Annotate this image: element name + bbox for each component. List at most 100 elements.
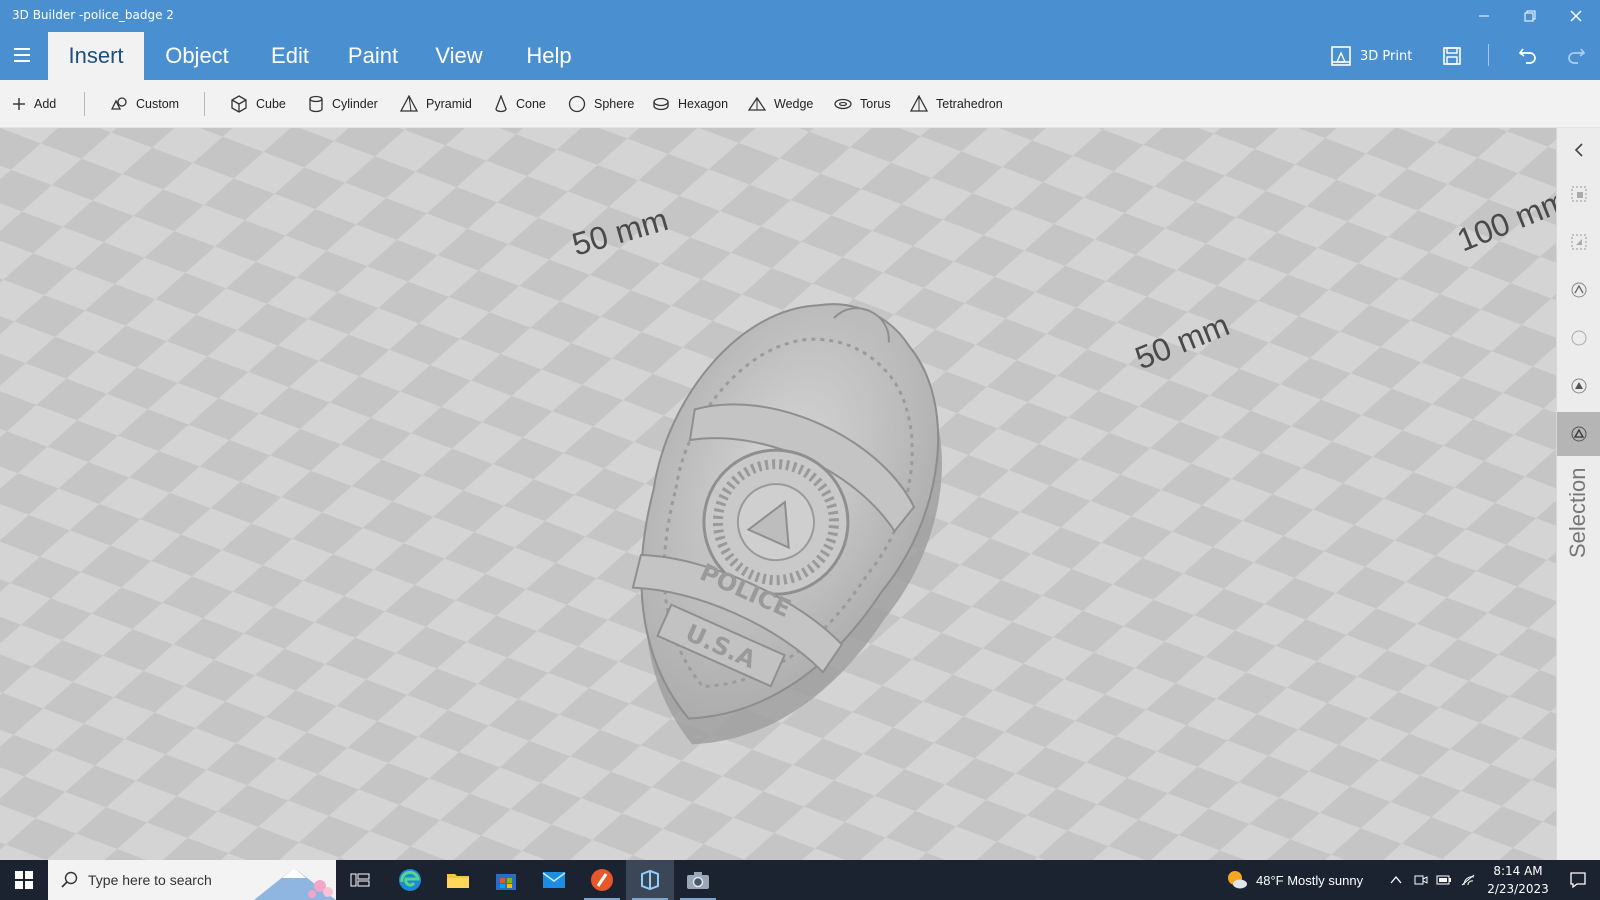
- undo-button[interactable]: [1512, 40, 1544, 72]
- insert-toolbar: Add Custom Cube Cylinder Pyramid Cone Sp…: [0, 80, 1600, 128]
- sketch-app-button[interactable]: [578, 860, 626, 900]
- edge-browser-button[interactable]: [386, 860, 434, 900]
- battery-icon[interactable]: [1436, 860, 1452, 900]
- hexagon-button[interactable]: Hexagon: [652, 88, 728, 120]
- tab-edit[interactable]: Edit: [258, 32, 322, 80]
- select-edges-button[interactable]: [1557, 268, 1600, 312]
- checkered-floor: POLICE U.S.A: [0, 128, 1556, 860]
- restore-button[interactable]: [1507, 0, 1553, 32]
- 3d-print-icon: [1331, 46, 1351, 66]
- show-hidden-icons-button[interactable]: [1390, 860, 1402, 900]
- pyramid-label: Pyramid: [426, 97, 472, 111]
- cylinder-button[interactable]: Cylinder: [308, 88, 378, 120]
- search-icon: [61, 871, 78, 888]
- pyramid-button[interactable]: Pyramid: [400, 88, 472, 120]
- close-button[interactable]: [1553, 0, 1599, 32]
- tetrahedron-label: Tetrahedron: [936, 97, 1003, 111]
- microsoft-store-button[interactable]: [482, 860, 530, 900]
- cube-icon: [231, 95, 247, 113]
- torus-icon: [834, 98, 852, 110]
- tab-paint[interactable]: Paint: [338, 32, 408, 80]
- notification-icon: [1570, 872, 1586, 889]
- select-objects-icon: [1571, 186, 1587, 202]
- wedge-button[interactable]: Wedge: [748, 88, 813, 120]
- torus-button[interactable]: Torus: [834, 88, 891, 120]
- cone-button[interactable]: Cone: [494, 88, 546, 120]
- search-placeholder: Type here to search: [88, 872, 212, 888]
- collapse-panel-button[interactable]: [1557, 128, 1600, 172]
- meet-now-icon[interactable]: [1414, 860, 1428, 900]
- wedge-icon: [748, 96, 766, 111]
- torus-label: Torus: [860, 97, 891, 111]
- store-icon: [496, 874, 516, 890]
- tab-object[interactable]: Object: [152, 32, 242, 80]
- 3d-print-button[interactable]: 3D Print: [1330, 40, 1412, 72]
- taskbar-search-box[interactable]: Type here to search: [48, 860, 336, 900]
- close-icon: [1570, 10, 1582, 22]
- hamburger-menu-icon[interactable]: [8, 40, 36, 70]
- cylinder-label: Cylinder: [332, 97, 378, 111]
- edge-browser-icon: [399, 869, 421, 891]
- clock-date: 2/23/2023: [1487, 882, 1549, 896]
- tab-insert[interactable]: Insert: [48, 32, 144, 80]
- search-highlight-illustration: [254, 868, 336, 900]
- save-icon: [1443, 47, 1461, 65]
- plus-icon: [13, 98, 25, 110]
- redo-icon: [1568, 48, 1586, 64]
- 3d-print-label: 3D Print: [1360, 48, 1413, 64]
- select-faces-button[interactable]: [1557, 220, 1600, 264]
- menu-separator: [1488, 44, 1489, 66]
- camera-button[interactable]: [674, 860, 722, 900]
- select-circle-icon: [1571, 330, 1587, 346]
- sphere-button[interactable]: Sphere: [568, 88, 634, 120]
- mail-icon: [542, 872, 566, 888]
- select-objects-button[interactable]: [1557, 172, 1600, 216]
- add-label: Add: [34, 97, 57, 111]
- start-button[interactable]: [0, 860, 48, 900]
- weather-sun-cloud-icon: [1228, 871, 1247, 889]
- taskbar: Type here to search 48°F Mostly sunny 8:…: [0, 860, 1600, 900]
- select-vertices-button[interactable]: [1557, 364, 1600, 408]
- wedge-label: Wedge: [774, 97, 814, 111]
- select-triangles-button[interactable]: [1557, 412, 1600, 456]
- app-orange-icon: [591, 869, 613, 891]
- video-camera-icon: [1414, 875, 1428, 885]
- toolbar-separator: [204, 92, 205, 116]
- menu-bar: Insert Object Edit Paint View Help 3D Pr…: [0, 32, 1600, 80]
- tab-view[interactable]: View: [424, 32, 494, 80]
- clock-time: 8:14 AM: [1493, 864, 1543, 878]
- select-faces-icon: [1571, 234, 1587, 250]
- tetrahedron-button[interactable]: Tetrahedron: [910, 88, 1003, 120]
- camera-icon: [687, 872, 709, 889]
- chevron-left-icon: [1574, 143, 1583, 157]
- weather-text: 48°F Mostly sunny: [1256, 872, 1364, 888]
- weather-widget[interactable]: 48°F Mostly sunny: [1226, 860, 1363, 900]
- taskbar-clock[interactable]: 8:14 AM 2/23/2023: [1470, 862, 1566, 898]
- cone-label: Cone: [516, 97, 546, 111]
- sphere-label: Sphere: [594, 97, 635, 111]
- tab-help[interactable]: Help: [512, 32, 586, 80]
- minimize-icon: [1479, 15, 1489, 17]
- cube-button[interactable]: Cube: [230, 88, 286, 120]
- minimize-button[interactable]: [1461, 0, 1507, 32]
- custom-button[interactable]: Custom: [110, 88, 179, 120]
- toolbar-separator: [84, 92, 85, 116]
- 3d-viewport[interactable]: POLICE U.S.A 50 mm 50 mm 100 mm: [0, 128, 1556, 860]
- select-circle-button[interactable]: [1557, 316, 1600, 360]
- windows-logo-icon: [15, 871, 33, 889]
- mail-button[interactable]: [530, 860, 578, 900]
- pyramid-icon: [400, 95, 418, 112]
- undo-icon: [1518, 48, 1536, 64]
- file-explorer-button[interactable]: [434, 860, 482, 900]
- battery-icon: [1436, 875, 1451, 885]
- add-button[interactable]: Add: [12, 88, 56, 120]
- redo-button[interactable]: [1560, 40, 1592, 72]
- title-bar: 3D Builder -police_badge 2: [0, 0, 1600, 32]
- folder-icon: [447, 874, 469, 888]
- custom-shapes-icon: [110, 97, 127, 110]
- 3d-builder-taskbar-button[interactable]: [626, 860, 674, 900]
- selection-panel: Selection: [1556, 128, 1600, 860]
- save-button[interactable]: [1436, 40, 1468, 72]
- task-view-button[interactable]: [336, 860, 384, 900]
- notification-center-button[interactable]: [1556, 860, 1600, 900]
